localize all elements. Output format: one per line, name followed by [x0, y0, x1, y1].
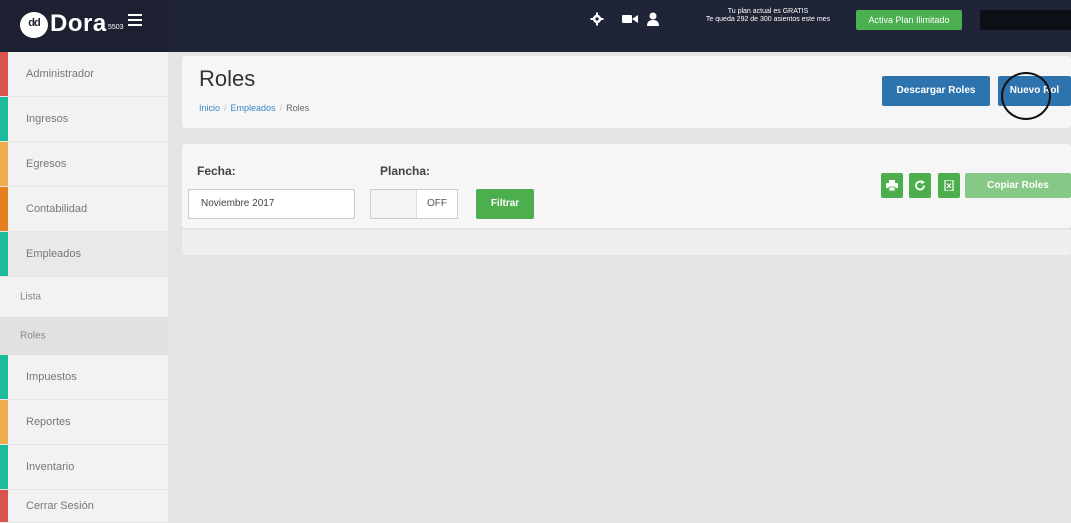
- sidebar-item-administrador[interactable]: Administrador: [0, 52, 168, 97]
- print-button[interactable]: [881, 173, 903, 198]
- fecha-label: Fecha:: [197, 164, 236, 178]
- sidebar-item-cerrar-sesion[interactable]: Cerrar Sesión: [0, 490, 168, 523]
- sidebar-subitem-roles[interactable]: Roles: [0, 317, 168, 355]
- sidebar: Administrador Ingresos Egresos Contabili…: [0, 52, 168, 523]
- refresh-icon: [915, 180, 925, 191]
- sidebar-item-inventario[interactable]: Inventario: [0, 445, 168, 490]
- sidebar-color-bar: [0, 400, 8, 444]
- breadcrumb-current: Roles: [286, 103, 310, 113]
- user-menu[interactable]: [980, 10, 1071, 30]
- plancha-toggle[interactable]: OFF: [370, 189, 458, 219]
- copy-roles-button[interactable]: Copiar Roles: [965, 173, 1071, 198]
- sidebar-color-bar: [0, 142, 8, 186]
- sidebar-subitem-label: Lista: [20, 291, 42, 303]
- fecha-input[interactable]: Noviembre 2017: [188, 189, 355, 219]
- sidebar-item-label: Ingresos: [26, 113, 69, 125]
- filter-button[interactable]: Filtrar: [476, 189, 534, 219]
- brand[interactable]: dd Dora 5503: [0, 0, 168, 52]
- sidebar-item-label: Inventario: [26, 461, 75, 473]
- activate-plan-button[interactable]: Activa Plan Ilimitado: [856, 10, 962, 30]
- plan-line-1: Tu plan actual es GRATIS: [727, 8, 809, 15]
- sidebar-color-bar: [0, 232, 8, 276]
- breadcrumb-inicio[interactable]: Inicio: [199, 103, 220, 113]
- sidebar-color-bar: [0, 187, 8, 231]
- sidebar-item-contabilidad[interactable]: Contabilidad: [0, 187, 168, 232]
- sidebar-item-label: Contabilidad: [26, 203, 88, 215]
- print-icon: [886, 180, 898, 191]
- sidebar-item-egresos[interactable]: Egresos: [0, 142, 168, 187]
- export-excel-button[interactable]: [938, 173, 960, 198]
- video-camera-icon[interactable]: [622, 12, 638, 26]
- results-panel: [182, 230, 1071, 255]
- page-header: Roles Inicio / Empleados / Roles Descargar R…: [182, 56, 1071, 128]
- sidebar-color-bar: [0, 445, 8, 489]
- breadcrumb-empleados[interactable]: Empleados: [231, 103, 276, 113]
- logo-icon: dd: [20, 12, 48, 38]
- sidebar-item-reportes[interactable]: Reportes: [0, 400, 168, 445]
- breadcrumb: Inicio / Empleados / Roles: [199, 103, 310, 113]
- sidebar-item-label: Egresos: [26, 158, 67, 170]
- menu-toggle-icon[interactable]: [128, 14, 142, 28]
- sidebar-item-empleados[interactable]: Empleados: [0, 232, 168, 277]
- refresh-button[interactable]: [909, 173, 931, 198]
- sidebar-color-bar: [0, 490, 8, 522]
- sidebar-item-label: Impuestos: [26, 371, 77, 383]
- plancha-label: Plancha:: [380, 164, 431, 178]
- download-roles-button[interactable]: Descargar Roles: [882, 76, 990, 106]
- file-excel-icon: [944, 180, 954, 191]
- toggle-state: OFF: [427, 198, 447, 209]
- sidebar-item-label: Reportes: [26, 416, 71, 428]
- plan-info: Tu plan actual es GRATIS Te queda 292 de…: [683, 8, 853, 24]
- sidebar-item-label: Administrador: [26, 68, 94, 80]
- sidebar-item-label: Empleados: [26, 248, 82, 260]
- top-navbar: dd Dora 5503 Tu plan actual es GRATIS Te…: [0, 0, 1071, 52]
- user-icon[interactable]: [647, 12, 659, 26]
- sidebar-item-ingresos[interactable]: Ingresos: [0, 97, 168, 142]
- brand-name: Dora: [50, 10, 107, 37]
- plan-line-2: Te queda 292 de 300 asientos este mes: [705, 16, 831, 23]
- sidebar-color-bar: [0, 355, 8, 399]
- sidebar-subitem-label: Roles: [20, 330, 46, 342]
- brand-sub: 5503: [108, 24, 124, 31]
- cursor-highlight: [1001, 72, 1051, 120]
- sidebar-subitem-lista[interactable]: Lista: [0, 277, 168, 317]
- toggle-knob: [371, 190, 417, 218]
- filter-panel: Fecha: Plancha: Noviembre 2017 OFF Filtr…: [182, 144, 1071, 228]
- gear-icon[interactable]: [590, 12, 604, 26]
- sidebar-item-label: Cerrar Sesión: [26, 500, 94, 512]
- sidebar-color-bar: [0, 52, 8, 96]
- sidebar-color-bar: [0, 97, 8, 141]
- page-title: Roles: [199, 66, 256, 91]
- sidebar-item-impuestos[interactable]: Impuestos: [0, 355, 168, 400]
